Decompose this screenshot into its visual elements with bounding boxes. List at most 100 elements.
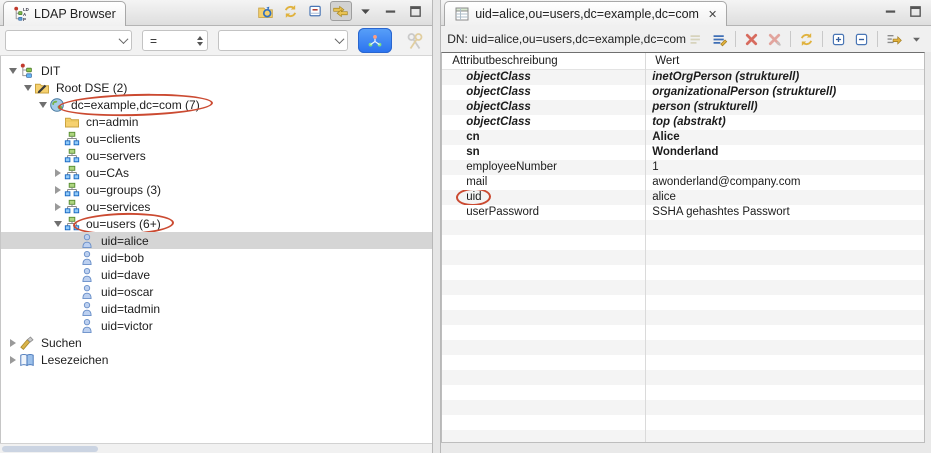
minimize-icon[interactable] [879, 1, 901, 21]
chevron-down-icon[interactable] [331, 37, 347, 44]
dn-label: DN: uid=alice,ou=users,dc=example,dc=com [447, 32, 686, 46]
tree-item-ou-clients[interactable]: ou=clients [1, 130, 432, 147]
attribute-row-cn-4[interactable]: cn Alice [442, 130, 924, 145]
attribute-value-cell[interactable]: Alice [645, 130, 924, 145]
search-operator-combo[interactable]: = [142, 30, 208, 51]
maximize-icon[interactable] [904, 1, 926, 21]
attribute-value-cell[interactable]: awonderland@company.com [645, 175, 924, 190]
fetch-operational-attributes-icon[interactable] [883, 30, 904, 49]
attribute-value-cell[interactable]: SSHA gehashtes Passwort [645, 205, 924, 220]
view-menu-icon[interactable] [355, 1, 377, 21]
tree-item-uid-victor[interactable]: uid=victor [1, 317, 432, 334]
attribute-row-userpassword-9[interactable]: userPassword SSHA gehashtes Passwort [442, 205, 924, 220]
attribute-value-cell[interactable]: organizationalPerson (strukturell) [645, 85, 924, 100]
attribute-row-objectclass-1[interactable]: objectClass organizationalPerson (struktu… [442, 85, 924, 100]
tree-item-root-dse-2-[interactable]: Root DSE (2) [1, 79, 432, 96]
attribute-row-objectclass-2[interactable]: objectClass person (strukturell) [442, 100, 924, 115]
attribute-row-uid-8[interactable]: uid alice [442, 190, 924, 205]
minimize-icon[interactable] [380, 1, 402, 21]
maximize-icon[interactable] [405, 1, 427, 21]
close-icon[interactable]: ✕ [708, 8, 717, 21]
chevron-collapsed-icon[interactable] [51, 186, 64, 194]
attribute-value-cell[interactable]: person (strukturell) [645, 100, 924, 115]
panel-divider[interactable] [432, 0, 441, 453]
chevron-expanded-icon[interactable] [36, 102, 49, 108]
column-divider[interactable] [645, 53, 647, 442]
attribute-value-cell[interactable]: alice [645, 190, 924, 205]
tree-item-uid-alice[interactable]: uid=alice [1, 232, 432, 249]
tree-item-label: uid=victor [101, 318, 153, 333]
tree-item-ou-services[interactable]: ou=services [1, 198, 432, 215]
attribute-value-cell[interactable]: top (abstrakt) [645, 115, 924, 130]
tree-item-label: uid=oscar [101, 284, 154, 299]
refresh-icon[interactable] [796, 30, 817, 49]
attribute-name-cell[interactable]: mail [442, 175, 645, 190]
attribute-value-cell[interactable]: inetOrgPerson (strukturell) [645, 70, 924, 85]
delete-value-icon[interactable] [741, 30, 762, 49]
attribute-value-cell[interactable]: Wonderland [645, 145, 924, 160]
open-search-dialog-icon[interactable] [255, 1, 277, 21]
chevron-expanded-icon[interactable] [21, 85, 34, 91]
attribute-row-objectclass-3[interactable]: objectClass top (abstrakt) [442, 115, 924, 130]
run-quick-search-button[interactable] [358, 28, 392, 53]
attribute-name-cell[interactable]: sn [442, 145, 645, 160]
stepper-icon[interactable] [193, 31, 207, 50]
tree-item-ou-cas[interactable]: ou=CAs [1, 164, 432, 181]
chevron-expanded-icon[interactable] [51, 221, 64, 227]
attribute-row-employeenumber-6[interactable]: employeeNumber 1 [442, 160, 924, 175]
tree-item-dc-example-dc-com-7-[interactable]: dc=example,dc=com (7) [1, 96, 432, 113]
tree-item-suchen[interactable]: Suchen [1, 334, 432, 351]
tab-entry-editor[interactable]: uid=alice,ou=users,dc=example,dc=com ✕ [444, 1, 728, 26]
attribute-name-cell[interactable]: objectClass [442, 85, 645, 100]
tree-item-uid-dave[interactable]: uid=dave [1, 266, 432, 283]
collapse-all-icon[interactable] [305, 1, 327, 21]
attribute-value: inetOrgPerson (strukturell) [652, 71, 800, 83]
chevron-collapsed-icon[interactable] [51, 203, 64, 211]
tab-ldap-browser[interactable]: LD A P LDAP Browser [3, 1, 126, 26]
attribute-name: cn [466, 131, 480, 143]
chevron-collapsed-icon[interactable] [51, 169, 64, 177]
chevron-expanded-icon[interactable] [6, 68, 19, 74]
link-with-editor-icon[interactable] [329, 1, 352, 21]
tree-item-ou-groups-3-[interactable]: ou=groups (3) [1, 181, 432, 198]
tree-item-uid-oscar[interactable]: uid=oscar [1, 283, 432, 300]
refresh-icon[interactable] [280, 1, 302, 21]
chevron-collapsed-icon[interactable] [6, 356, 19, 364]
attribute-value-cell[interactable]: 1 [645, 160, 924, 175]
tree-item-cn-admin[interactable]: cn=admin [1, 113, 432, 130]
tree-item-ou-servers[interactable]: ou=servers [1, 147, 432, 164]
tree-item-dit[interactable]: DIT [1, 62, 432, 79]
collapse-values-icon[interactable] [851, 30, 872, 49]
toolbar-separator [877, 31, 878, 47]
column-header-value[interactable]: Wert [645, 55, 924, 67]
attribute-name-cell[interactable]: cn [442, 130, 645, 145]
tree-item-label: dc=example,dc=com (7) [71, 97, 200, 112]
attribute-name-cell[interactable]: objectClass [442, 100, 645, 115]
attribute-row-mail-7[interactable]: mail awonderland@company.com [442, 175, 924, 190]
chevron-collapsed-icon[interactable] [6, 339, 19, 347]
attribute-row-sn-5[interactable]: sn Wonderland [442, 145, 924, 160]
horizontal-scrollbar[interactable] [0, 443, 432, 453]
scrollbar-thumb[interactable] [2, 446, 98, 452]
person-icon [79, 250, 95, 266]
attribute-name-cell[interactable]: objectClass [442, 115, 645, 130]
expand-values-icon[interactable] [828, 30, 849, 49]
chevron-down-icon[interactable] [115, 37, 131, 44]
edit-value-icon[interactable] [709, 30, 730, 49]
quick-search-icon [402, 29, 428, 53]
tree-item-ou-users-6-[interactable]: ou=users (6+) [1, 215, 432, 232]
tree-item-uid-bob[interactable]: uid=bob [1, 249, 432, 266]
menu-chevron-icon[interactable] [906, 30, 927, 49]
attribute-name-cell[interactable]: objectClass [442, 70, 645, 85]
search-attribute-combo[interactable] [5, 30, 132, 51]
search-value-combo[interactable] [218, 30, 348, 51]
tree-item-lesezeichen[interactable]: Lesezeichen [1, 351, 432, 368]
tree-item-uid-tadmin[interactable]: uid=tadmin [1, 300, 432, 317]
ldap-tree: DIT Root DSE (2) dc=example,dc=com (7) cn=a… [0, 56, 432, 443]
attribute-name-cell[interactable]: userPassword [442, 205, 645, 220]
attribute-row-objectclass-0[interactable]: objectClass inetOrgPerson (strukturell) [442, 70, 924, 85]
column-header-attribute[interactable]: Attributbeschreibung [442, 55, 645, 67]
attribute-name-cell[interactable]: uid [442, 190, 645, 205]
attribute-name-cell[interactable]: employeeNumber [442, 160, 645, 175]
attribute-value: awonderland@company.com [652, 176, 801, 188]
